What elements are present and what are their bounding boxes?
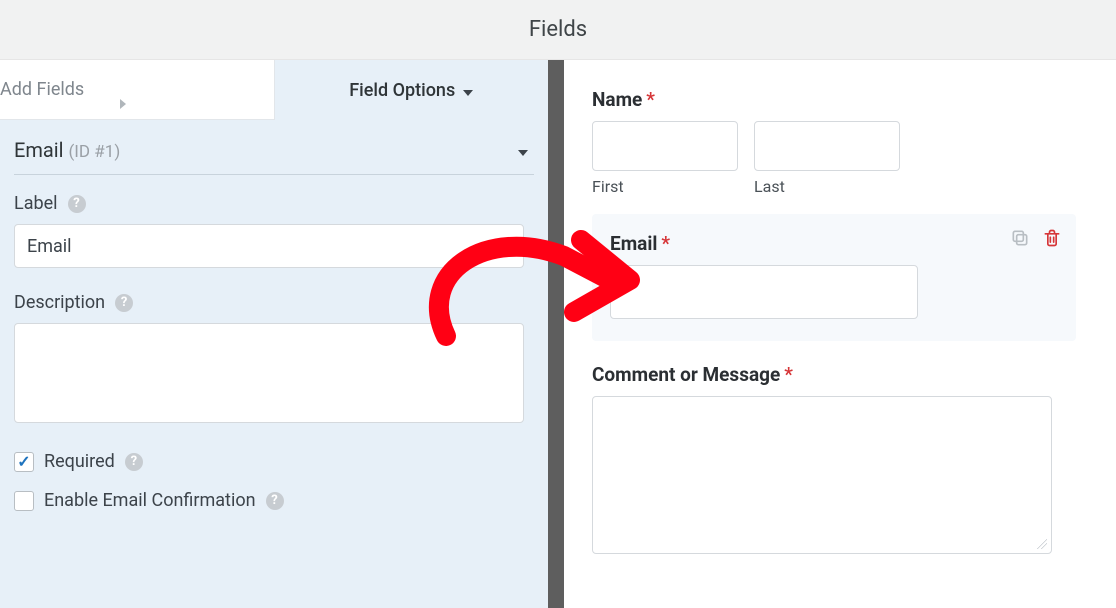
- preview-email-field-selected[interactable]: Email*: [592, 214, 1076, 341]
- preview-name-label: Name: [592, 88, 642, 111]
- required-label: Required: [44, 451, 115, 472]
- option-description-label: Description: [14, 292, 105, 313]
- preview-comment-input[interactable]: [592, 396, 1052, 554]
- preview-first-input[interactable]: [592, 121, 738, 171]
- field-options-sidebar: Add Fields Field Options Email (ID #1) L…: [0, 60, 548, 608]
- chevron-right-icon: [92, 65, 273, 114]
- delete-field-button[interactable]: [1042, 228, 1062, 248]
- preview-comment-label: Comment or Message: [592, 363, 780, 386]
- preview-email-label: Email: [610, 232, 657, 255]
- description-input[interactable]: [14, 323, 524, 423]
- preview-name-field[interactable]: Name* First Last: [592, 88, 1116, 196]
- selected-field-title: Email (ID #1): [14, 138, 120, 162]
- page-title-text: Fields: [529, 17, 587, 42]
- preview-email-input[interactable]: [610, 265, 918, 319]
- field-options-header[interactable]: Email (ID #1): [0, 120, 548, 174]
- trash-icon: [1042, 228, 1062, 248]
- required-mark: *: [646, 88, 655, 111]
- email-confirmation-label: Enable Email Confirmation: [44, 490, 256, 511]
- preview-comment-field[interactable]: Comment or Message*: [592, 363, 1116, 554]
- help-icon[interactable]: ?: [266, 492, 284, 510]
- help-icon[interactable]: ?: [68, 195, 86, 213]
- option-label-label: Label: [14, 193, 58, 214]
- collapse-icon[interactable]: [518, 141, 528, 160]
- label-input[interactable]: [14, 224, 524, 268]
- required-mark: *: [661, 232, 670, 255]
- panel-resize-handle[interactable]: [548, 60, 564, 608]
- preview-last-input[interactable]: [754, 121, 900, 171]
- tab-add-fields-label: Add Fields: [0, 79, 84, 100]
- required-mark: *: [784, 363, 793, 386]
- page-title: Fields: [0, 0, 1116, 60]
- required-checkbox[interactable]: [14, 452, 34, 472]
- tab-field-options-label: Field Options: [349, 80, 455, 101]
- selected-field-name: Email: [14, 138, 64, 162]
- preview-last-sublabel: Last: [754, 177, 900, 196]
- duplicate-field-button[interactable]: [1010, 228, 1030, 248]
- form-preview: Name* First Last: [564, 60, 1116, 608]
- tab-field-options[interactable]: Field Options: [275, 60, 549, 120]
- preview-first-sublabel: First: [592, 177, 738, 196]
- divider-line: [14, 174, 534, 175]
- duplicate-icon: [1010, 228, 1030, 248]
- chevron-down-icon: [463, 80, 473, 101]
- help-icon[interactable]: ?: [125, 453, 143, 471]
- tab-add-fields[interactable]: Add Fields: [0, 60, 275, 120]
- help-icon[interactable]: ?: [115, 294, 133, 312]
- email-confirmation-checkbox[interactable]: [14, 491, 34, 511]
- selected-field-id: (ID #1): [68, 142, 120, 162]
